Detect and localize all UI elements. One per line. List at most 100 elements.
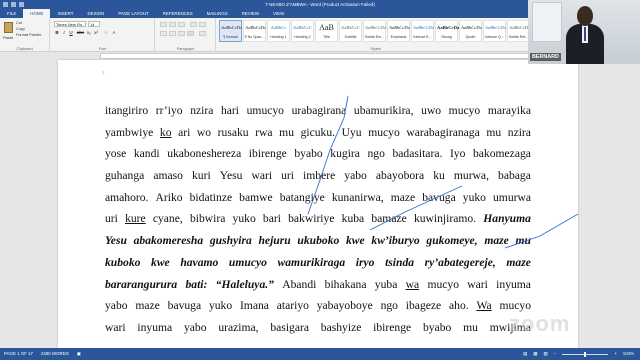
highlight-button[interactable]: A	[103, 30, 109, 36]
italic-button[interactable]: I	[61, 30, 67, 36]
line-spacing-button[interactable]	[199, 31, 206, 36]
style-subtle-emphasis[interactable]: AaBbCcDa Subtle Em...	[363, 20, 386, 42]
word: yabo	[105, 299, 128, 313]
word: atariyo	[276, 299, 309, 313]
text-line[interactable]: uri kure cyane, bibwira yuko bari bakwiriye kub…	[105, 208, 531, 230]
clipboard-group-label: Clipboard	[16, 47, 33, 51]
increase-indent-button[interactable]	[199, 22, 206, 27]
text-line[interactable]: Yesu abakomeresha gushyira hejuru ukuboko kwe…	[105, 230, 531, 252]
word: itangiriro	[105, 104, 149, 117]
font-color-button[interactable]: A	[111, 30, 117, 36]
paragraph-group: Paragraph	[156, 18, 216, 52]
word: bihakana	[324, 277, 367, 291]
video-thumbnail[interactable]: BERNARD	[528, 0, 640, 64]
word: kw’iburyo	[371, 234, 420, 248]
word: mucyo	[448, 104, 481, 117]
style-title[interactable]: AaB Title	[315, 20, 338, 42]
multilevel-list-button[interactable]	[178, 22, 185, 27]
text-line[interactable]: guhanga amaso kuri Yesu wari uri imbere yabo aba…	[105, 165, 531, 187]
word: yuba	[374, 277, 398, 291]
web-layout-icon[interactable]: ▧	[543, 348, 547, 360]
copy-button[interactable]: Copy	[16, 27, 25, 31]
clipboard-group: Paste Cut Copy Format Painter Clipboard	[0, 18, 50, 52]
zoom-slider[interactable]	[562, 351, 609, 357]
text-line[interactable]: kuboko kwe havamo umucyo wamurikiraga iryo tsi…	[105, 252, 531, 274]
decrease-indent-button[interactable]	[190, 22, 197, 27]
format-painter-button[interactable]: Format Painter	[16, 33, 41, 37]
font-name-field[interactable]: Times New Ro	[54, 21, 86, 27]
style-name: Quote	[465, 35, 476, 39]
page-count[interactable]: PAGE 1 OF 17	[4, 348, 33, 360]
word: wa	[405, 277, 420, 291]
style-heading-2[interactable]: AaBbCcC Heading 2	[291, 20, 314, 42]
style-name: Subtle Em...	[364, 35, 385, 39]
justify-button[interactable]	[187, 31, 194, 36]
proofing-icon[interactable]: ▣	[77, 348, 81, 360]
status-bar: PAGE 1 OF 17 2480 WORDS ▣ ▤ ▦ ▧ − + 104%	[0, 348, 640, 360]
word: Wa	[476, 299, 492, 313]
style-name: Subtle Ref...	[508, 35, 529, 39]
text-line[interactable]: amahoro. Ariko bidatinze bamwe batangiye kuna…	[105, 187, 531, 209]
style-quote[interactable]: AaBbCcDa Quote	[459, 20, 482, 42]
person-tie	[584, 27, 586, 41]
ruler-track[interactable]	[100, 53, 540, 59]
align-center-button[interactable]	[169, 31, 176, 36]
style-emphasis[interactable]: AaBbCcDa Emphasis	[387, 20, 410, 42]
style-normal[interactable]: AaBbCcDc ¶ Normal	[219, 20, 242, 42]
tab-file[interactable]: FILE	[0, 9, 24, 18]
underline-button[interactable]: U	[68, 30, 74, 36]
tab-review[interactable]: REVIEW	[235, 9, 266, 18]
text-line[interactable]: wari inyuma yabo urazima, basigara bashyize ib…	[105, 317, 531, 339]
text-line[interactable]: yambwiye ko ari wo rusaku rwa mu gicuku. Uyu mucy…	[105, 122, 531, 144]
word: Hanyuma	[483, 212, 531, 226]
word: uri	[105, 212, 118, 226]
style-subtitle[interactable]: AaBbCcC Subtitle	[339, 20, 362, 42]
bold-button[interactable]: B	[54, 30, 60, 36]
align-left-button[interactable]	[160, 31, 167, 36]
text-line[interactable]: itangiriro rr’iyo nzira hari umucyo urabagira…	[105, 100, 531, 122]
word: mu	[486, 125, 502, 139]
style-name: Intense E...	[413, 35, 432, 39]
paste-button[interactable]: Paste	[3, 35, 13, 40]
tab-home[interactable]: HOME	[23, 9, 51, 18]
text-line[interactable]: yabo maze bavuga yuko Imana atariyo yabayoboye…	[105, 295, 531, 317]
superscript-button[interactable]: x²	[93, 30, 99, 36]
zoom-out-icon[interactable]: −	[554, 348, 557, 360]
tab-mailings[interactable]: MAILINGS	[200, 9, 235, 18]
word: ukuboko	[297, 234, 340, 248]
align-right-button[interactable]	[178, 31, 185, 36]
strikethrough-button[interactable]: abc	[76, 30, 85, 36]
tab-design[interactable]: DESIGN	[81, 9, 112, 18]
tab-references[interactable]: REFERENCES	[156, 9, 200, 18]
word: amahoro.	[105, 190, 149, 204]
font-size-field[interactable]: 14	[88, 21, 100, 27]
zoom-in-icon[interactable]: +	[614, 348, 617, 360]
style-strong[interactable]: AaBbCcDa Strong	[435, 20, 459, 42]
zoom-level[interactable]: 104%	[623, 348, 634, 360]
read-mode-icon[interactable]: ▤	[523, 348, 527, 360]
word: bararangurura	[105, 277, 178, 291]
subscript-button[interactable]: x₂	[86, 30, 92, 36]
print-layout-icon[interactable]: ▦	[533, 348, 537, 360]
document-body[interactable]: itangiriro rr’iyo nzira hari umucyo urabagira…	[105, 100, 531, 339]
cut-button[interactable]: Cut	[16, 21, 22, 25]
bullets-button[interactable]	[160, 22, 167, 27]
word: ku	[433, 169, 445, 183]
tab-page-layout[interactable]: PAGE LAYOUT	[111, 9, 155, 18]
word: ukaboneshereza	[167, 147, 242, 161]
text-line[interactable]: bararangurura bati: “Haleluya.” Abandi bihak…	[105, 274, 531, 296]
style-subtle-reference[interactable]: AaBbCcDa Subtle Ref...	[507, 20, 530, 42]
word: rwa	[255, 125, 273, 139]
word-count[interactable]: 2480 WORDS	[41, 348, 69, 360]
numbering-button[interactable]	[169, 22, 176, 27]
tab-insert[interactable]: INSERT	[50, 9, 80, 18]
text-line[interactable]: yose kandi ukaboneshereza ibirenge byabo kugi…	[105, 143, 531, 165]
tab-view[interactable]: VIEW	[266, 9, 291, 18]
style-no-spacing[interactable]: AaBbCcDc ¶ No Spac...	[243, 20, 266, 42]
style-intense-quote[interactable]: AaBbCcDa Intense Q...	[483, 20, 506, 42]
style-intense-emphasis[interactable]: AaBbCcDa Intense E...	[411, 20, 434, 42]
word: hari	[220, 104, 240, 117]
word: mu	[279, 125, 294, 139]
style-heading-1[interactable]: AaBbCc Heading 1	[267, 20, 290, 42]
paste-icon[interactable]	[4, 22, 13, 33]
